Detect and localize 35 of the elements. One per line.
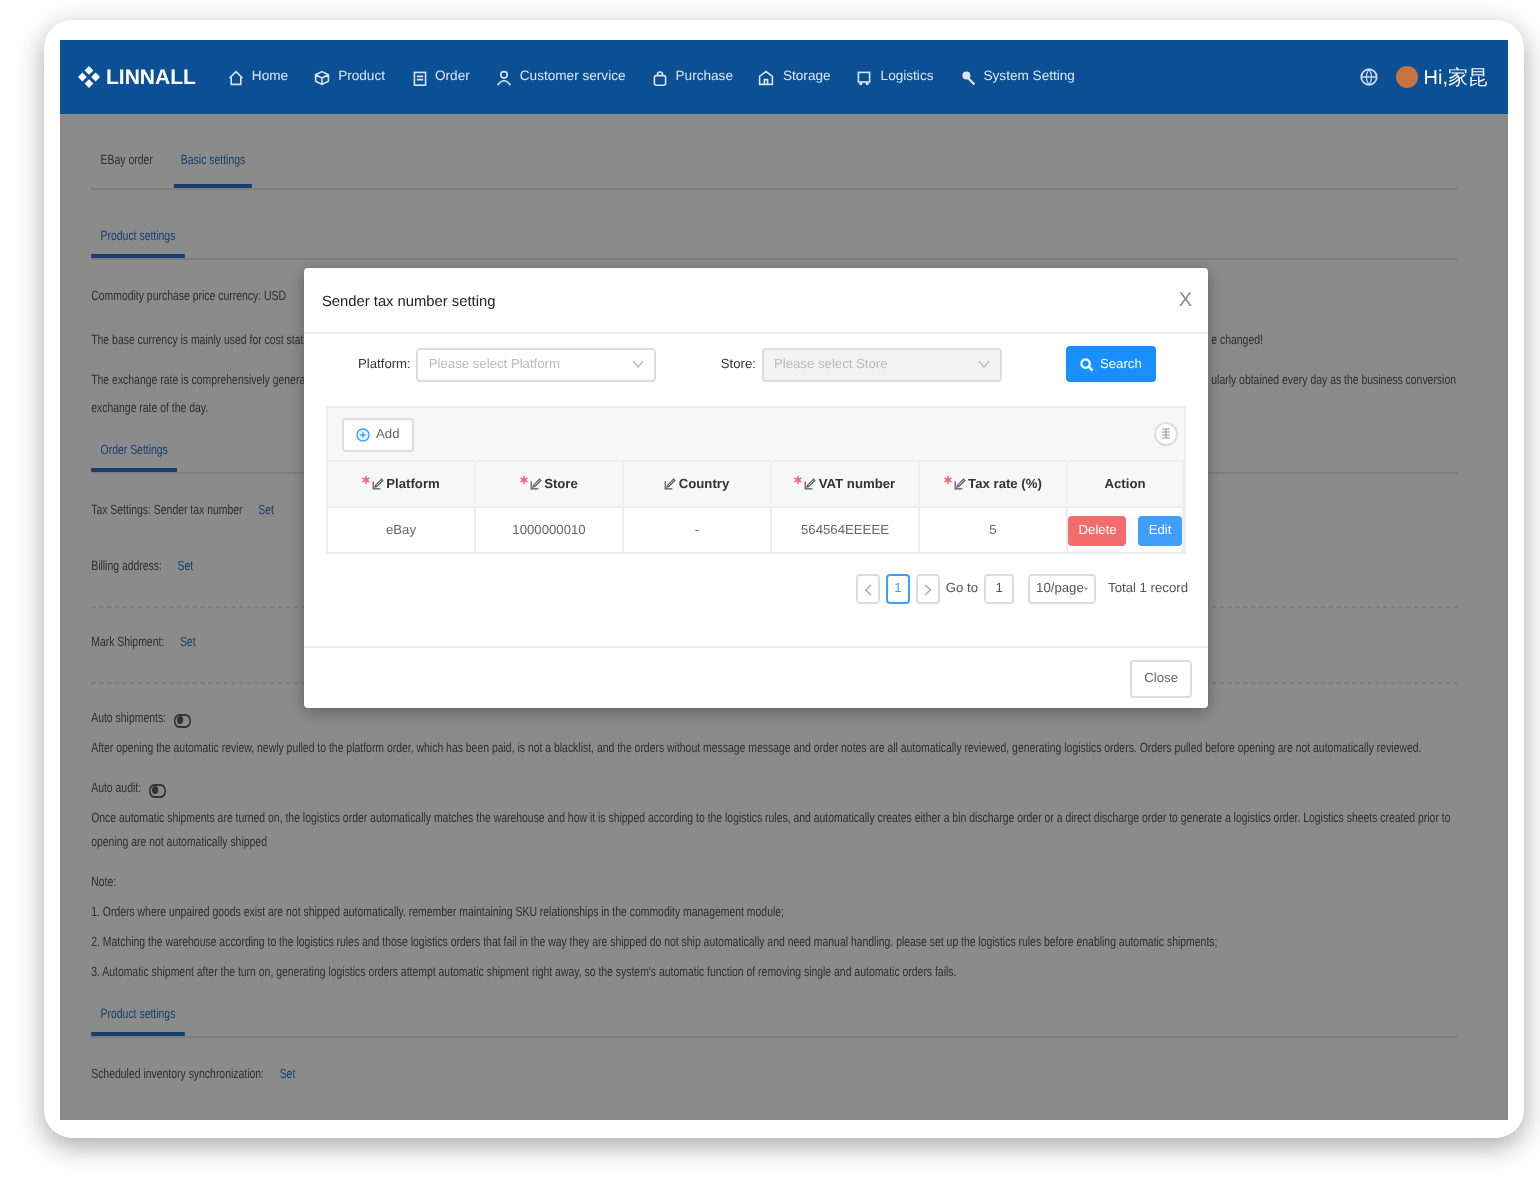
chevron-down-icon [632, 360, 645, 368]
required-icon [362, 476, 371, 484]
required-icon [794, 476, 803, 484]
home-icon [227, 69, 244, 85]
chevron-left-icon [863, 583, 872, 595]
previous-page-button[interactable] [855, 574, 880, 604]
edit-icon [664, 478, 677, 490]
search-icon [1079, 357, 1094, 371]
required-icon [520, 476, 529, 484]
edit-icon [372, 478, 385, 490]
user-avatar[interactable] [1395, 66, 1418, 88]
toggle-switch[interactable] [173, 713, 191, 727]
required-icon [944, 476, 953, 484]
truck-icon [856, 69, 873, 85]
cube-icon [314, 69, 331, 85]
clipboard-icon [411, 69, 427, 85]
logo-icon [78, 66, 100, 88]
user-name[interactable]: Hi,家昆 [1423, 63, 1488, 91]
logo-text: LINNALL [106, 65, 196, 89]
columns-icon[interactable] [1154, 422, 1178, 446]
chevron-right-icon [923, 583, 932, 595]
edit-icon [804, 478, 817, 490]
caret-icon [1083, 586, 1089, 592]
bag-icon [651, 69, 668, 85]
next-page-button[interactable] [915, 574, 940, 604]
edit-icon [954, 478, 967, 490]
globe-icon[interactable] [1359, 68, 1378, 86]
toggle-switch[interactable] [148, 783, 167, 797]
person-icon [495, 69, 512, 85]
chevron-down-icon [977, 360, 990, 368]
plus-circle-icon [356, 427, 370, 441]
house-icon [758, 69, 775, 85]
pin-icon [959, 69, 976, 85]
edit-icon [530, 478, 543, 490]
close-button[interactable]: X [1178, 289, 1192, 311]
